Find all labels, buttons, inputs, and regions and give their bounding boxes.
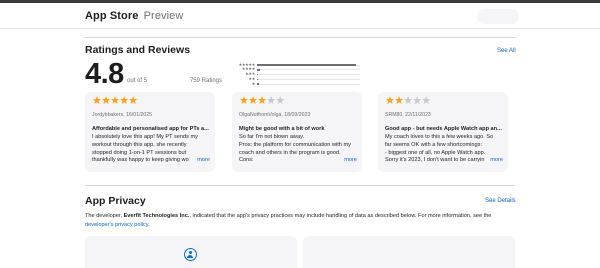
histogram-bar [257, 78, 259, 81]
review-title: Might be good with a bit of work [239, 126, 325, 132]
review-author: Jordybbakers, 16/01/2025 [92, 112, 152, 118]
privacy-card[interactable] [303, 236, 515, 268]
review-author: SRM80, 22/11/2023 [385, 112, 431, 118]
review-title: Good app - but needs Apple Watch app an.… [385, 126, 502, 132]
more-link[interactable]: more [342, 157, 357, 163]
review-body: So far I'm not blown away. Pros: the pla… [239, 134, 351, 164]
star-rating: ★★★★★ [239, 95, 285, 108]
review-card[interactable]: ★★★★★ Jordybbakers, 16/01/2025 Affordabl… [85, 92, 215, 172]
star-filled-icon: ★ [257, 95, 267, 107]
privacy-text-middle: , indicated that the app's privacy pract… [189, 213, 492, 219]
star-rating: ★★★★★ [385, 95, 431, 108]
header-bar: App Store Preview [0, 3, 600, 29]
ratings-title: Ratings and Reviews [85, 44, 191, 56]
histogram-stars-label: ★ [251, 80, 256, 86]
privacy-title: App Privacy [85, 195, 146, 207]
star-empty-icon: ★ [403, 95, 413, 107]
see-details-link[interactable]: See Details [485, 198, 516, 204]
brand-label: App Store [85, 10, 139, 22]
histogram-bar [257, 69, 261, 71]
star-empty-icon: ★ [266, 95, 276, 107]
developer-name: Everfit Technologies Inc. [123, 213, 190, 219]
histogram-bar [257, 64, 356, 66]
average-score: 4.8 [85, 58, 124, 90]
star-filled-icon: ★ [101, 95, 111, 107]
privacy-policy-link[interactable]: developer's privacy policy [85, 222, 148, 228]
review-body: I absolutely love this app! My PT sends … [92, 134, 198, 164]
histogram-bar [257, 73, 259, 76]
review-card[interactable]: ★★★★★ SRM80, 22/11/2023 Good app - but n… [378, 92, 508, 172]
star-filled-icon: ★ [248, 95, 258, 107]
review-author: OlgaNotfromVolga, 18/09/2023 [239, 112, 311, 118]
star-empty-icon: ★ [275, 95, 285, 107]
app-store-brand[interactable]: App Store Preview [85, 10, 183, 22]
star-filled-icon: ★ [110, 95, 120, 107]
see-all-link[interactable]: See All [497, 48, 516, 54]
star-rating: ★★★★★ [92, 95, 138, 108]
brand-subtitle: Preview [143, 10, 184, 22]
section-divider [85, 37, 515, 38]
ratings-count: 759 Ratings [190, 78, 223, 84]
review-card[interactable]: ★★★★★ OlgaNotfromVolga, 18/09/2023 Might… [232, 92, 362, 172]
privacy-text-prefix: The developer, [85, 213, 124, 219]
privacy-description: The developer, Everfit Technologies Inc.… [85, 212, 520, 229]
person-icon [184, 248, 197, 261]
star-filled-icon: ★ [119, 95, 129, 107]
section-divider [85, 185, 515, 186]
out-of-label: out of 5 [127, 78, 148, 84]
rating-histogram: ★★★★★ ★★★★ ★★★ ★★ ★ [230, 62, 360, 87]
review-body: My coach loves to this a few weeks ago. … [385, 134, 494, 164]
star-filled-icon: ★ [239, 95, 249, 107]
more-link[interactable]: more [195, 157, 210, 163]
histogram-row: ★★ [230, 76, 360, 81]
star-filled-icon: ★ [385, 95, 395, 107]
privacy-text-suffix: . [148, 221, 150, 228]
star-empty-icon: ★ [412, 95, 422, 107]
more-link[interactable]: more [488, 157, 503, 163]
review-title: Affordable and personalised app for PTs … [92, 126, 209, 132]
histogram-bar [257, 83, 260, 85]
star-empty-icon: ★ [421, 95, 431, 107]
star-filled-icon: ★ [92, 95, 102, 107]
star-filled-icon: ★ [128, 95, 138, 107]
star-filled-icon: ★ [394, 95, 404, 107]
histogram-row: ★ [230, 80, 360, 86]
header-action-button[interactable] [477, 9, 519, 24]
